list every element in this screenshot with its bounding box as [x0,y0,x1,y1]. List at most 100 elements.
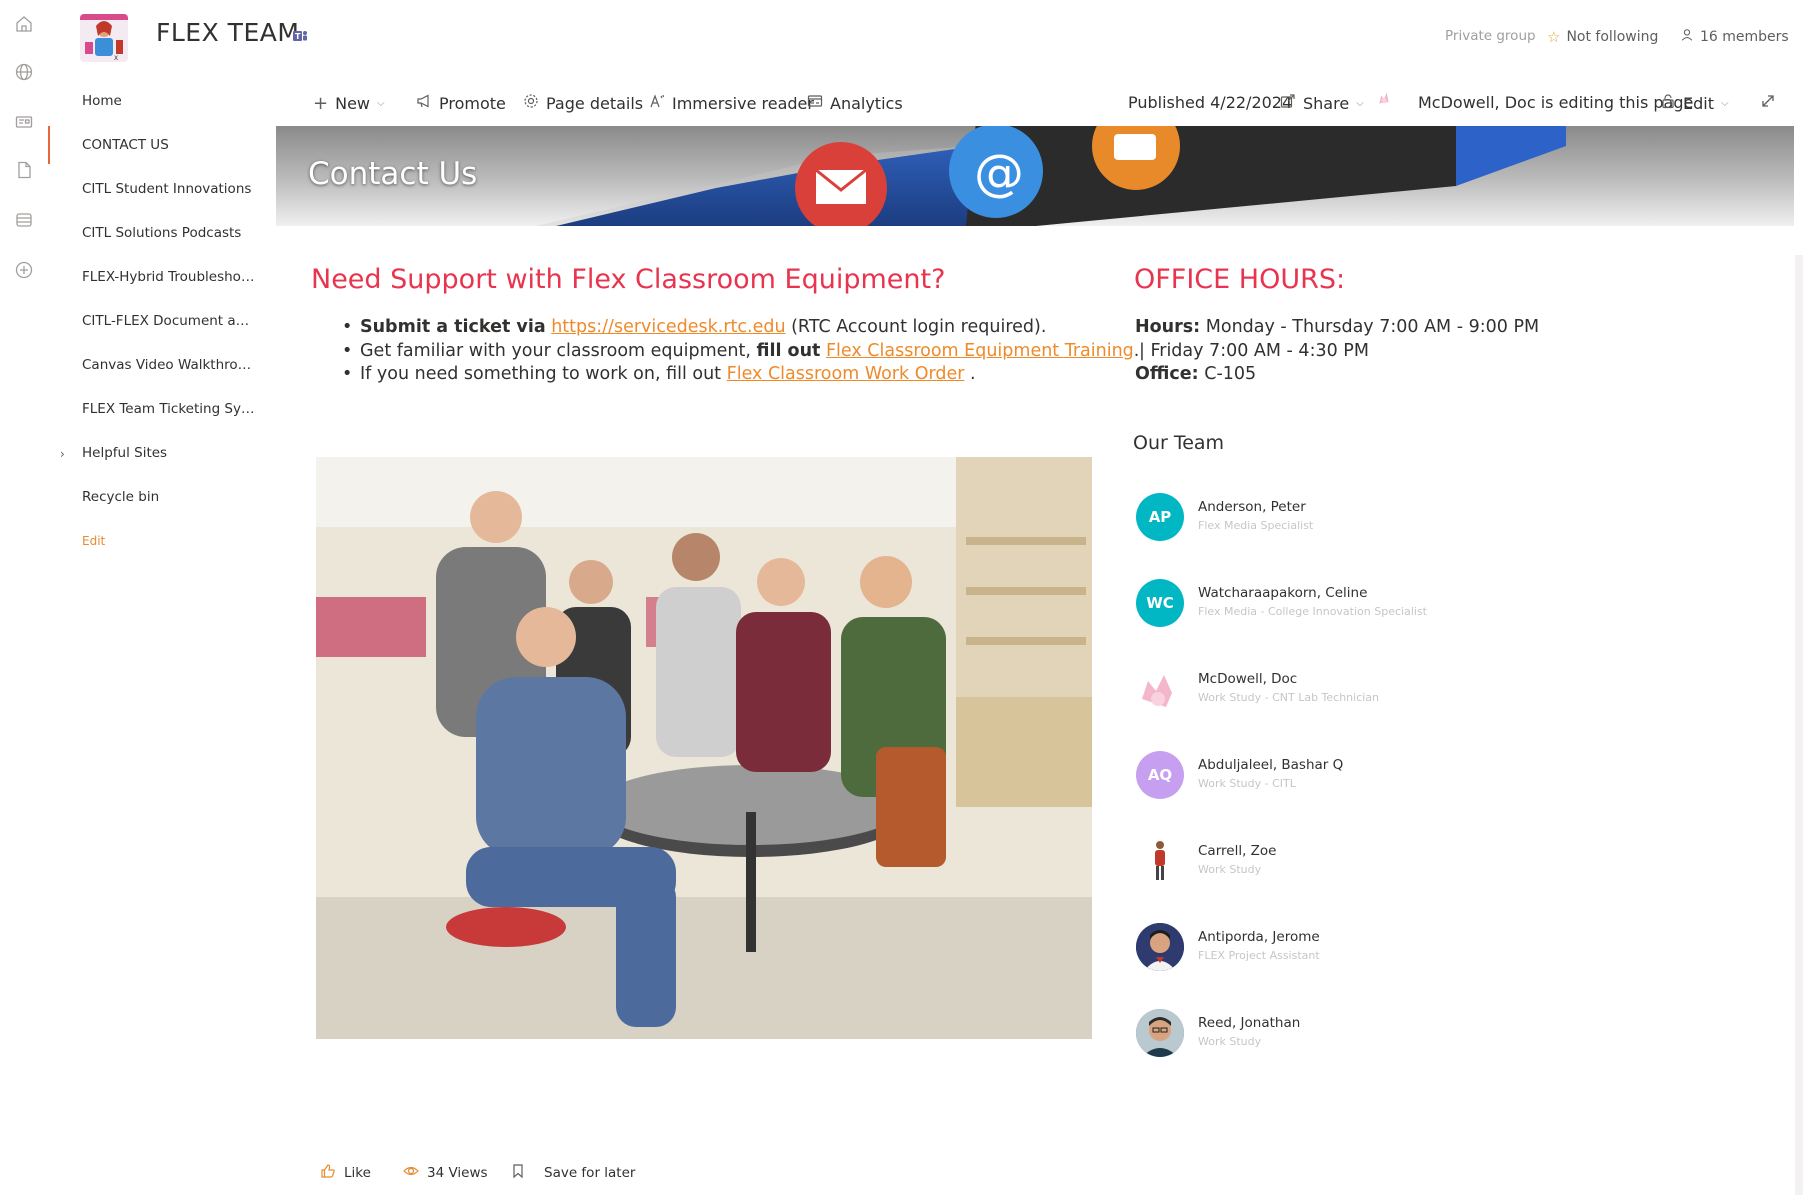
home-icon[interactable] [13,13,35,35]
office-value: C-105 [1204,364,1257,384]
team-member[interactable]: WC Watcharaapakorn, Celine Flex Media - … [1136,579,1536,631]
site-title[interactable]: FLEX TEAM [156,18,299,47]
gear-icon [523,93,539,113]
nav-item-canvas-video-walkthrough[interactable]: Canvas Video Walkthrou... [82,357,257,373]
team-photo[interactable] [316,457,1092,1039]
megaphone-icon [416,93,432,113]
immersive-reader-label: Immersive reader [672,93,814,113]
immersive-reader-button[interactable]: Immersive reader [649,93,814,113]
nav-item-citl-student-innovations[interactable]: CITL Student Innovations [82,181,257,197]
site-logo[interactable]: X [80,14,128,62]
page-banner: @ Contact Us [276,126,1794,226]
share-button[interactable]: Share ⌵ [1280,93,1364,113]
like-button[interactable]: Like [320,1163,371,1183]
privacy-label: Private group [1445,28,1536,44]
svg-text:T: T [295,32,301,41]
edit-button[interactable]: Edit ⌵ [1660,93,1729,113]
nav-item-flex-hybrid-troubleshooting[interactable]: FLEX-Hybrid Troubleshoo... [82,269,257,285]
period: . [970,364,976,384]
bookmark-icon [510,1163,526,1183]
save-for-later-button[interactable]: Save for later [510,1163,635,1183]
create-icon[interactable] [13,259,35,281]
member-role: Flex Media - College Innovation Speciali… [1198,605,1427,618]
published-status: Published 4/22/2024 [1128,93,1293,112]
save-label: Save for later [544,1165,636,1181]
member-role: Work Study - CNT Lab Technician [1198,691,1380,704]
globe-icon[interactable] [13,61,35,83]
team-member[interactable]: Reed, Jonathan Work Study [1136,1009,1536,1061]
nav-item-contact-us[interactable]: CONTACT US [82,137,257,153]
member-name: McDowell, Doc [1198,671,1298,687]
member-name: Reed, Jonathan [1198,1015,1301,1031]
share-icon [1280,93,1296,113]
login-note: (RTC Account login required). [791,317,1047,337]
star-icon: ☆ [1547,28,1561,46]
news-icon[interactable] [13,111,35,133]
editing-status: McDowell, Doc is editing this page [1418,93,1694,112]
office-line: Office: C-105 [1135,363,1539,387]
expand-button[interactable] [1760,93,1776,113]
avatar [1136,1009,1184,1057]
work-order-link[interactable]: Flex Classroom Work Order [727,364,965,384]
page-details-button[interactable]: Page details [523,93,643,113]
views-count: 34 Views [403,1163,488,1183]
nav-item-home[interactable]: Home [82,93,257,109]
nav-item-helpful-sites[interactable]: Helpful Sites [82,445,257,461]
teams-icon[interactable]: T [292,28,308,44]
page-scrollbar[interactable] [1795,255,1803,1195]
new-button[interactable]: + New ⌵ [313,93,385,114]
member-name: Antiporda, Jerome [1198,929,1320,945]
team-member[interactable]: McDowell, Doc Work Study - CNT Lab Techn… [1136,665,1536,717]
team-member[interactable]: AP Anderson, Peter Flex Media Specialist [1136,493,1536,545]
equipment-training-link[interactable]: Flex Classroom Equipment Training [826,341,1134,361]
immersive-reader-icon [649,93,665,113]
nav-item-citl-flex-document[interactable]: CITL-FLEX Document and... [82,313,257,329]
follow-button[interactable]: ☆ Not following [1547,28,1658,46]
avatar: AQ [1136,751,1184,799]
member-role: Work Study [1198,1035,1262,1048]
team-member[interactable]: Antiporda, Jerome FLEX Project Assistant [1136,923,1536,975]
member-name: Anderson, Peter [1198,499,1306,515]
equipment-text: Get familiar with your classroom equipme… [360,340,751,361]
list-item: Submit a ticket via https://servicedesk.… [342,316,1139,340]
avatar: AP [1136,493,1184,541]
nav-item-recycle-bin[interactable]: Recycle bin [82,489,257,505]
file-icon[interactable] [13,159,35,181]
nav-edit-link[interactable]: Edit [82,534,257,548]
work-order-text: If you need something to work on, fill o… [360,364,722,384]
member-role: Work Study [1198,863,1262,876]
nav-item-citl-solutions-podcasts[interactable]: CITL Solutions Podcasts [82,225,257,241]
chevron-down-icon: ⌵ [1356,97,1364,109]
member-role: Work Study - CITL [1198,777,1296,790]
person-icon [1680,28,1694,46]
office-hours-headline: OFFICE HOURS: [1134,264,1346,295]
share-label: Share [1303,93,1350,113]
servicedesk-link[interactable]: https://servicedesk.rtc.edu [551,317,785,337]
nav-item-flex-team-ticketing[interactable]: FLEX Team Ticketing Syst... [82,401,257,417]
analytics-button[interactable]: Analytics [807,93,903,113]
support-list: Submit a ticket via https://servicedesk.… [342,316,1139,387]
editor-avatar [1376,90,1392,106]
follow-label: Not following [1566,29,1659,45]
promote-button[interactable]: Promote [416,93,506,113]
hours-label: Hours: [1135,317,1201,337]
hours-value: Monday - Thursday 7:00 AM - 9:00 PM [1205,317,1540,337]
like-label: Like [344,1165,371,1181]
members-button[interactable]: 16 members [1680,28,1789,46]
svg-text:X: X [114,55,118,62]
chevron-down-icon: ⌵ [1720,97,1729,109]
member-name: Abduljaleel, Bashar Q [1198,757,1344,773]
analytics-icon [807,93,823,113]
team-member[interactable]: Carrell, Zoe Work Study [1136,837,1536,889]
member-name: Watcharaapakorn, Celine [1198,585,1368,601]
page-details-label: Page details [546,93,644,113]
list-item: If you need something to work on, fill o… [342,363,1139,387]
chevron-right-icon[interactable]: › [60,447,65,461]
expand-icon [1760,93,1776,113]
lists-icon[interactable] [13,209,35,231]
members-label: 16 members [1700,29,1789,45]
team-member[interactable]: AQ Abduljaleel, Bashar Q Work Study - CI… [1136,751,1536,803]
office-hours-block: Hours: Monday - Thursday 7:00 AM - 9:00 … [1135,316,1539,387]
fill-out-text: fill out [756,340,821,361]
promote-label: Promote [439,93,506,113]
